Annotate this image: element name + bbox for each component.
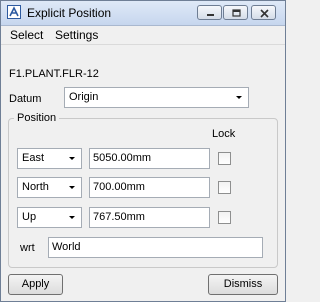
restore-icon xyxy=(232,9,241,17)
chevron-down-icon xyxy=(69,186,75,189)
lock-checkbox-2[interactable] xyxy=(218,181,231,194)
minimize-icon xyxy=(207,14,214,16)
chevron-down-icon xyxy=(69,216,75,219)
menu-select[interactable]: Select xyxy=(10,28,43,42)
explicit-position-window: Explicit Position Select Settings F1.PLA… xyxy=(0,0,286,302)
title-bar[interactable]: Explicit Position xyxy=(1,1,285,26)
direction-select-3[interactable]: Up xyxy=(17,207,82,228)
dismiss-button[interactable]: Dismiss xyxy=(208,274,278,295)
datum-value: Origin xyxy=(69,91,99,103)
direction-value-2: North xyxy=(22,181,49,193)
chevron-down-icon xyxy=(236,96,242,99)
restore-button[interactable] xyxy=(223,5,248,20)
menu-bar: Select Settings xyxy=(1,26,285,45)
datum-select[interactable]: Origin xyxy=(64,87,249,108)
chevron-down-icon xyxy=(69,157,75,160)
close-icon xyxy=(260,9,269,18)
position-field-2[interactable]: 700.00mm xyxy=(89,177,210,198)
direction-value-3: Up xyxy=(22,211,37,223)
wrt-field[interactable]: World xyxy=(48,237,263,258)
lock-label: Lock xyxy=(212,128,236,140)
position-value-3: 767.50mm xyxy=(93,211,145,223)
lock-checkbox-1[interactable] xyxy=(218,152,231,165)
position-value-2: 700.00mm xyxy=(93,181,145,193)
minimize-button[interactable] xyxy=(197,5,222,20)
apply-button[interactable]: Apply xyxy=(8,274,63,295)
position-field-3[interactable]: 767.50mm xyxy=(89,207,210,228)
position-field-1[interactable]: 5050.00mm xyxy=(89,148,210,169)
menu-settings[interactable]: Settings xyxy=(55,28,98,42)
position-value-1: 5050.00mm xyxy=(93,152,152,164)
wrt-label: wrt xyxy=(20,242,35,254)
window-title: Explicit Position xyxy=(27,6,112,20)
position-group-label: Position xyxy=(14,112,60,124)
direction-select-1[interactable]: East xyxy=(17,148,82,169)
direction-value-1: East xyxy=(22,152,45,164)
direction-select-2[interactable]: North xyxy=(17,177,82,198)
lock-checkbox-3[interactable] xyxy=(218,211,231,224)
datum-label: Datum xyxy=(9,93,42,105)
wrt-value: World xyxy=(52,241,81,253)
close-button[interactable] xyxy=(251,5,276,20)
app-icon xyxy=(7,5,21,19)
element-name: F1.PLANT.FLR-12 xyxy=(9,68,99,80)
